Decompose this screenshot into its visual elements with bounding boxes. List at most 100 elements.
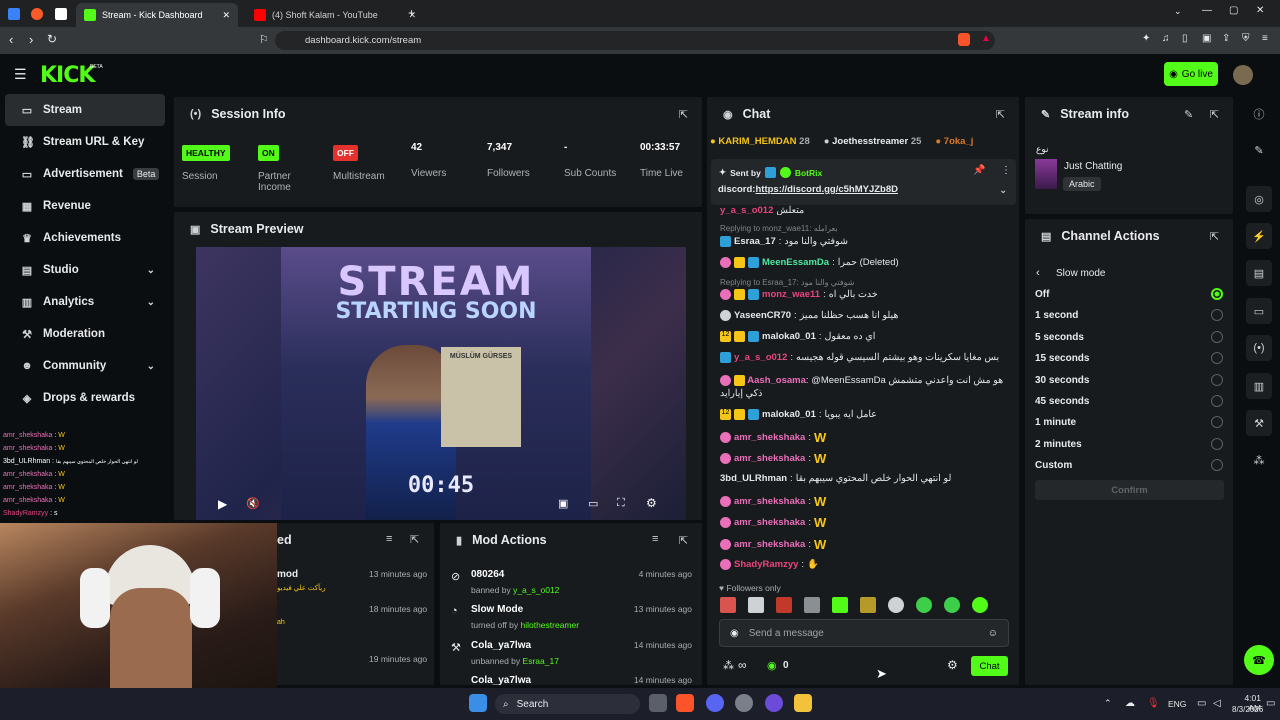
- go-live-button[interactable]: ◉ Go live: [1164, 62, 1218, 86]
- filter-icon[interactable]: ≡: [652, 533, 658, 545]
- radio[interactable]: [1211, 416, 1223, 428]
- slow-mode-option[interactable]: 1 second: [1035, 310, 1078, 321]
- wrench-icon[interactable]: ⚒: [1246, 410, 1272, 436]
- chat-username[interactable]: y_a_s_o012: [734, 352, 787, 363]
- chat-input[interactable]: ◉ Send a message ☺: [719, 619, 1009, 647]
- radio[interactable]: [1211, 331, 1223, 343]
- target-icon[interactable]: ◎: [1246, 186, 1272, 212]
- gifter-item[interactable]: ● 7oka_j: [935, 136, 973, 147]
- popout-icon[interactable]: ⇱: [1210, 230, 1219, 243]
- close-window-button[interactable]: ✕: [1256, 5, 1264, 16]
- music-icon[interactable]: ♫: [1162, 33, 1170, 44]
- chevron-up-icon[interactable]: ⌃: [1104, 698, 1112, 709]
- sidebar-item-studio[interactable]: ▤ Studio ⌄: [5, 254, 165, 286]
- emote-icon[interactable]: [776, 597, 792, 613]
- menu-icon[interactable]: ≡: [1262, 33, 1268, 44]
- chat-message[interactable]: ShadyRamzyy: ✋: [720, 559, 819, 570]
- discord-link[interactable]: https://discord.gg/c5hMYJZb8D: [755, 184, 898, 195]
- forward-button[interactable]: ›: [29, 32, 33, 47]
- emote-icon[interactable]: [944, 597, 960, 613]
- maximize-button[interactable]: ▢: [1229, 5, 1238, 16]
- slow-mode-option[interactable]: 2 minutes: [1035, 439, 1082, 450]
- url-input[interactable]: dashboard.kick.com/stream: [275, 31, 995, 50]
- avatar[interactable]: [1233, 65, 1253, 85]
- chat-username[interactable]: y_a_s_o012: [720, 205, 773, 215]
- emote-icon[interactable]: [832, 597, 848, 613]
- sidebar-item-community[interactable]: ☻ Community ⌄: [5, 350, 165, 382]
- popout-icon[interactable]: ⇱: [996, 108, 1005, 121]
- close-icon[interactable]: ✕: [222, 10, 230, 21]
- popout-icon[interactable]: ⇱: [679, 108, 688, 121]
- sidebar-item-analytics[interactable]: ▥ Analytics ⌄: [5, 286, 165, 318]
- points-icon[interactable]: ⁂: [723, 659, 734, 672]
- chat-message[interactable]: amr_shekshaka: W: [720, 494, 826, 509]
- sidebar-item-drops[interactable]: ◈ Drops & rewards: [5, 382, 165, 414]
- mute-icon[interactable]: 🔇: [246, 497, 260, 510]
- chat-message[interactable]: y_a_s_o012 متعلش: [720, 205, 804, 215]
- users-icon[interactable]: ⁂: [1246, 447, 1272, 473]
- info-icon[interactable]: ⓘ: [1246, 101, 1272, 127]
- tab-youtube[interactable]: (4) Shoft Kalam - YouTube ✕: [246, 3, 424, 27]
- sidebar-item-moderation[interactable]: ⚒ Moderation: [5, 318, 165, 350]
- filter-icon[interactable]: ≡: [386, 533, 392, 545]
- settings-icon[interactable]: ⚙: [646, 496, 657, 510]
- wallet-icon[interactable]: ▣: [1202, 33, 1211, 44]
- chat-message[interactable]: 12 maloka0_01: عامل ايه يبويا: [720, 409, 877, 420]
- pinned-message[interactable]: ✦ Sent by BotRix discord:https://discord.…: [711, 159, 1016, 205]
- brave-shield-icon[interactable]: [958, 33, 970, 46]
- chat-message[interactable]: amr_shekshaka: W: [720, 451, 826, 466]
- slow-mode-option[interactable]: 5 seconds: [1035, 332, 1084, 343]
- brave-rewards-icon[interactable]: ▲: [981, 33, 991, 44]
- pencil-icon[interactable]: ✎: [1246, 137, 1272, 163]
- chat-username[interactable]: amr_shekshaka: [734, 432, 805, 443]
- gifter-item[interactable]: ● Joethesstreamer 25: [824, 136, 922, 147]
- new-tab-button[interactable]: +: [408, 6, 415, 20]
- emote-icon[interactable]: [748, 597, 764, 613]
- slow-mode-option[interactable]: Off: [1035, 289, 1049, 300]
- app-icon[interactable]: [735, 694, 753, 712]
- brave-icon[interactable]: [676, 694, 694, 712]
- chat-message[interactable]: y_a_s_o012: بس مغايا سكرينات وهو بيشتم ال…: [720, 352, 999, 363]
- task-view-icon[interactable]: [649, 694, 667, 712]
- taskbar-search[interactable]: ⌕ Search: [495, 694, 640, 714]
- chat-username[interactable]: maloka0_01: [762, 331, 816, 342]
- file-explorer-icon[interactable]: [794, 694, 812, 712]
- chat-bubble-icon[interactable]: ▭: [1246, 298, 1272, 324]
- tab-kick-dashboard[interactable]: Stream - Kick Dashboard ✕: [76, 3, 238, 27]
- app-icon[interactable]: [31, 8, 43, 20]
- pin-icon[interactable]: 📌: [973, 165, 985, 176]
- popout-icon[interactable]: ⇱: [1210, 108, 1219, 121]
- chat-message[interactable]: YaseenCR70: هيلو انا هسب حظلنا مميز: [720, 310, 898, 321]
- chat-username[interactable]: amr_shekshaka: [734, 496, 805, 507]
- chat-username[interactable]: 3bd_ULRhman: [720, 473, 787, 484]
- radio[interactable]: [1211, 438, 1223, 450]
- popout-icon[interactable]: ⇱: [410, 533, 419, 546]
- sidebar-icon[interactable]: ▯: [1182, 33, 1188, 44]
- chat-message[interactable]: Aash_osama: @MeenEssamDa هو مش انت واعدن…: [720, 374, 1010, 400]
- kick-logo[interactable]: KICK: [40, 63, 95, 88]
- radio[interactable]: [1211, 374, 1223, 386]
- network-icon[interactable]: ☁: [1125, 698, 1135, 709]
- chat-message[interactable]: 3bd_ULRhman: لو انتهي الحوار خلص المحتوي …: [720, 473, 951, 484]
- notification-icon[interactable]: ▭: [1266, 698, 1275, 709]
- broadcast-icon[interactable]: (•): [1246, 335, 1272, 361]
- chat-username[interactable]: amr_shekshaka: [734, 539, 805, 550]
- chat-username[interactable]: Aash_osama: [747, 375, 806, 386]
- app-icon[interactable]: [8, 8, 20, 20]
- windows-start-icon[interactable]: [469, 694, 487, 712]
- mod-action-row[interactable]: 080264 banned by y_a_s_o012 4 minutes ag…: [471, 569, 700, 595]
- sidebar-item-stream-url[interactable]: ⛓ Stream URL & Key: [5, 126, 165, 158]
- volume-icon[interactable]: ◁: [1213, 698, 1221, 709]
- obs-icon[interactable]: [765, 694, 783, 712]
- back-arrow-icon[interactable]: ‹: [1036, 267, 1040, 279]
- clock-date[interactable]: 8/3/2026: [1232, 705, 1263, 714]
- language-indicator[interactable]: ENG: [1168, 699, 1186, 709]
- chat-message[interactable]: amr_shekshaka: W: [720, 537, 826, 552]
- more-icon[interactable]: ⋮: [1001, 165, 1011, 176]
- emote-icon[interactable]: [888, 597, 904, 613]
- bookmark-icon[interactable]: ⚐: [259, 33, 269, 46]
- vpn-icon[interactable]: ⛨: [1242, 33, 1250, 44]
- slow-mode-option[interactable]: Custom: [1035, 460, 1072, 471]
- app-icon[interactable]: [55, 8, 67, 20]
- extensions-icon[interactable]: ✦: [1142, 33, 1150, 44]
